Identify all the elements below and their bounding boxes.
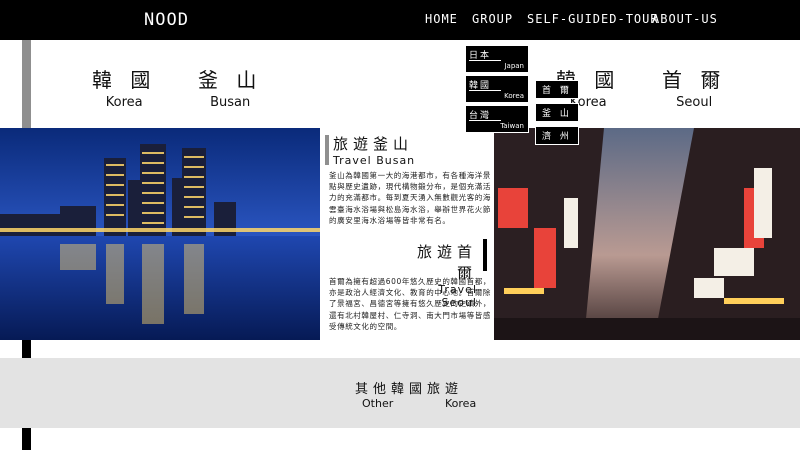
seoul-heading-bar bbox=[483, 239, 487, 271]
city-label-cn: 釜 山 bbox=[198, 68, 263, 92]
city-label-en: Korea bbox=[105, 95, 143, 110]
dropdown-country-en: Korea bbox=[504, 92, 524, 100]
footer-title-cn: 其他韓國旅遊 bbox=[355, 382, 464, 397]
submenu-seoul[interactable]: 首 爾 bbox=[535, 80, 579, 99]
city-label-en: Busan bbox=[210, 95, 251, 110]
nav-self-guided-tour[interactable]: SELF-GUIDED-TOUR bbox=[527, 12, 659, 26]
city-label-korea-left: 韓 國 Korea bbox=[92, 64, 156, 110]
busan-title-en: Travel Busan bbox=[333, 154, 416, 167]
busan-description: 釜山為韓國第一大的海港都市，有各種海洋景點與歷史遺跡，現代構物鍛分布，是個充滿活… bbox=[329, 171, 491, 225]
footer-title-en-left: Other bbox=[362, 397, 394, 410]
footer-title-en-right: Korea bbox=[445, 397, 477, 410]
dropdown-divider bbox=[469, 120, 501, 121]
other-korea-tours-section[interactable]: 其他韓國旅遊 Other Korea bbox=[0, 358, 800, 428]
nav-home[interactable]: HOME bbox=[425, 12, 458, 26]
city-label-en: Seoul bbox=[676, 95, 713, 110]
decorative-gray-bar bbox=[22, 40, 31, 128]
city-label-busan: 釜 山 Busan bbox=[198, 64, 262, 110]
city-label-seoul: 首 爾 Seoul bbox=[662, 64, 726, 110]
seoul-description: 首爾為擁有超過600年悠久歷史的韓國首都，亦是政治人經濟文化、教育的中心地。首爾… bbox=[329, 277, 491, 331]
nav-group[interactable]: GROUP bbox=[472, 12, 513, 26]
top-nav-bar: NOOD HOME GROUP SELF-GUIDED-TOUR ABOUT-U… bbox=[0, 0, 800, 40]
site-logo[interactable]: NOOD bbox=[144, 10, 189, 30]
submenu-busan[interactable]: 釜 山 bbox=[535, 103, 579, 122]
city-label-cn: 首 爾 bbox=[662, 68, 727, 92]
dropdown-country-korea[interactable]: 韓國 Korea bbox=[465, 75, 529, 103]
nav-about-us[interactable]: ABOUT-US bbox=[652, 12, 718, 26]
busan-photo bbox=[0, 128, 320, 340]
dropdown-divider bbox=[469, 60, 501, 61]
dropdown-country-en: Taiwan bbox=[500, 122, 524, 130]
seoul-photo bbox=[494, 128, 800, 340]
dropdown-country-taiwan[interactable]: 台灣 Taiwan bbox=[465, 105, 529, 133]
busan-heading-bar bbox=[325, 135, 329, 165]
dropdown-country-en: Japan bbox=[504, 62, 524, 70]
city-label-cn: 韓 國 bbox=[92, 68, 157, 92]
dropdown-country-japan[interactable]: 日本 Japan bbox=[465, 45, 529, 73]
dropdown-divider bbox=[469, 90, 501, 91]
busan-title-cn: 旅遊釜山 bbox=[333, 135, 414, 153]
busan-heading: 旅遊釜山 Travel Busan bbox=[333, 133, 415, 167]
submenu-jeju[interactable]: 濟 州 bbox=[535, 126, 579, 145]
